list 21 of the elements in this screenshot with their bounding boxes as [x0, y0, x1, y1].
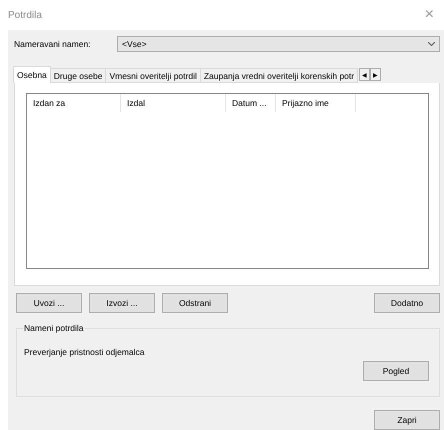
purposes-text: Preverjanje pristnosti odjemalca: [24, 347, 146, 357]
tab[interactable]: Druge osebe: [50, 68, 106, 83]
action-button[interactable]: Izvozi ...: [89, 293, 155, 313]
chevron-down-icon: [428, 42, 435, 46]
group-title: Nameni potrdila: [23, 323, 85, 333]
column-header[interactable]: Datum ...: [226, 94, 276, 112]
action-button[interactable]: Uvozi ...: [16, 293, 82, 313]
advanced-button[interactable]: Dodatno: [374, 293, 440, 313]
certificate-list[interactable]: Izdan za Izdal Datum ... Prijazno ime: [26, 93, 429, 269]
column-header[interactable]: Izdal: [121, 94, 226, 112]
view-button[interactable]: Pogled: [363, 361, 429, 381]
column-header[interactable]: Prijazno ime: [276, 94, 356, 112]
action-button[interactable]: Odstrani: [162, 293, 228, 313]
tab[interactable]: Zaupanja vredni overitelji korenskih potr: [200, 68, 358, 83]
close-dialog-button[interactable]: Zapri: [374, 410, 440, 430]
tab[interactable]: Osebna: [13, 66, 51, 83]
window-title: Potrdila: [8, 10, 42, 20]
column-header[interactable]: Izdan za: [27, 94, 121, 112]
tab[interactable]: Vmesni overitelji potrdil: [105, 68, 201, 83]
purpose-label: Nameravani namen:: [14, 39, 92, 49]
purpose-dropdown[interactable]: <Vse>: [117, 36, 440, 52]
